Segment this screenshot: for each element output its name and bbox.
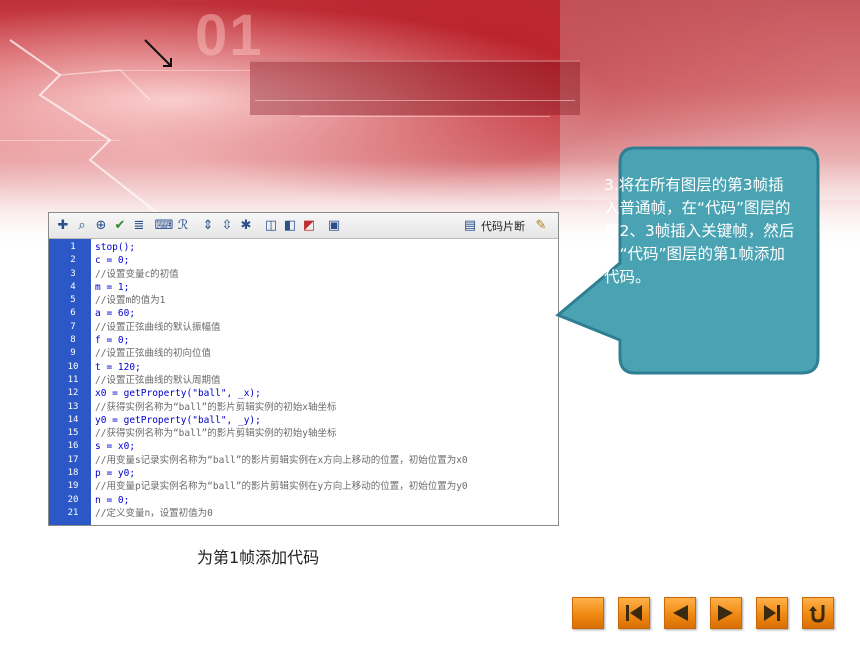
code-line[interactable]: //获得实例名称为“ball”的影片剪辑实例的初始x轴坐标 — [95, 401, 558, 414]
line-number: 11 — [67, 374, 79, 385]
navigation-bar — [572, 597, 848, 629]
first-button[interactable] — [618, 597, 650, 629]
collapse-selection-icon[interactable]: ⇳ — [219, 218, 235, 234]
previous-icon — [673, 605, 688, 621]
line-number: 10 — [67, 361, 79, 372]
lightning-decor — [9, 39, 172, 216]
code-line[interactable]: n = 0; — [95, 494, 558, 507]
collapse-braces-icon[interactable]: ⇕ — [200, 218, 216, 234]
callout-text: 3.将在所有图层的第3帧插入普通帧，在“代码”图层的第2、3帧插入关键帧，然后为… — [604, 176, 795, 286]
line-number: 19 — [67, 481, 79, 492]
add-statement-icon[interactable]: ✚ — [55, 218, 71, 234]
code-line[interactable]: s = x0; — [95, 440, 558, 453]
code-line[interactable]: f = 0; — [95, 334, 558, 347]
apply-line-comment-icon[interactable]: ◧ — [282, 218, 298, 234]
line-number: 2 — [70, 255, 76, 266]
code-line[interactable]: //设置m的值为1 — [95, 294, 558, 307]
line-number: 18 — [67, 468, 79, 479]
code-line[interactable]: //设置正弦曲线的默认振幅值 — [95, 321, 558, 334]
line-number: 9 — [70, 348, 76, 359]
expand-all-icon[interactable]: ✱ — [238, 218, 254, 234]
code-line[interactable]: stop(); — [95, 241, 558, 254]
next-icon — [718, 605, 733, 621]
line-number: 13 — [67, 401, 79, 412]
code-snippets-icon: ▤ — [463, 218, 477, 233]
code-line[interactable]: //设置变量c的初值 — [95, 268, 558, 281]
line-number-gutter: 1 2 3 4 5 6 7 8 9 10 11 12 13 14 15 16 17 18 19 20 21 — [49, 239, 91, 525]
line-number: 4 — [70, 281, 76, 292]
debug-options-icon[interactable]: ℛ — [175, 218, 191, 234]
next-button[interactable] — [710, 597, 742, 629]
line-number: 16 — [67, 441, 79, 452]
code-line[interactable]: a = 60; — [95, 307, 558, 320]
first-page-icon — [626, 605, 642, 621]
auto-format-icon[interactable]: ≣ — [131, 218, 147, 234]
code-snippets-button[interactable]: ▤ 代码片断 — [462, 218, 525, 234]
code-line[interactable]: //用变量s记录实例名称为“ball”的影片剪辑实例在x方向上移动的位置，初始位… — [95, 454, 558, 467]
line-number: 3 — [70, 268, 76, 279]
remove-comment-icon[interactable]: ◩ — [301, 218, 317, 234]
show-hint-icon[interactable]: ⌨ — [155, 218, 174, 234]
prev-button[interactable] — [664, 597, 696, 629]
home-button[interactable] — [572, 597, 604, 629]
return-icon — [809, 605, 825, 623]
code-line[interactable]: y0 = getProperty("ball", _y); — [95, 414, 558, 427]
code-snippets-label: 代码片断 — [481, 219, 525, 233]
line-number: 8 — [70, 335, 76, 346]
line-number: 5 — [70, 295, 76, 306]
line-number: 21 — [67, 507, 79, 518]
code-line[interactable]: //设置正弦曲线的默认周期值 — [95, 374, 558, 387]
code-line[interactable]: //用变量p记录实例名称为“ball”的影片剪辑实例在y方向上移动的位置，初始位… — [95, 480, 558, 493]
code-line[interactable]: //设置正弦曲线的初向位值 — [95, 347, 558, 360]
line-number: 6 — [70, 308, 76, 319]
line-number: 17 — [67, 454, 79, 465]
find-icon[interactable]: ⌕ — [74, 218, 90, 234]
return-button[interactable] — [802, 597, 834, 629]
line-number: 15 — [67, 428, 79, 439]
code-line[interactable]: x0 = getProperty("ball", _x); — [95, 387, 558, 400]
code-line[interactable]: //定义变量n，设置初值为0 — [95, 507, 558, 520]
line-number: 7 — [70, 321, 76, 332]
apply-block-comment-icon[interactable]: ◫ — [263, 218, 279, 234]
code-line[interactable]: m = 1; — [95, 281, 558, 294]
line-number: 14 — [67, 414, 79, 425]
pencil-icon[interactable]: ✎ — [533, 218, 549, 234]
line-number: 12 — [67, 388, 79, 399]
code-line[interactable]: p = y0; — [95, 467, 558, 480]
code-editor[interactable]: stop(); c = 0;//设置变量c的初值 m = 1;//设置m的值为1 a … — [91, 239, 558, 525]
target-icon[interactable]: ⊕ — [93, 218, 109, 234]
code-area[interactable]: 1 2 3 4 5 6 7 8 9 10 11 12 13 14 15 16 17 18 19 20 21 stop()… — [49, 239, 558, 525]
show-hide-toolbox-icon[interactable]: ▣ — [326, 218, 342, 234]
line-number: 1 — [70, 242, 76, 252]
actions-toolbar: ✚ ⌕ ⊕ ✔ ≣ ⌨ ℛ ⇕ ⇳ ✱ ◫ ◧ ◩ ▣ ▤ 代码片断 ✎ — [49, 213, 558, 239]
line-number: 20 — [67, 494, 79, 505]
last-button[interactable] — [756, 597, 788, 629]
code-line[interactable]: //获得实例名称为“ball”的影片剪辑实例的初始y轴坐标 — [95, 427, 558, 440]
last-page-icon — [764, 605, 780, 621]
check-syntax-icon[interactable]: ✔ — [112, 218, 128, 234]
figure-caption: 为第1帧添加代码 — [197, 548, 320, 567]
actions-panel: ✚ ⌕ ⊕ ✔ ≣ ⌨ ℛ ⇕ ⇳ ✱ ◫ ◧ ◩ ▣ ▤ 代码片断 ✎ 123… — [48, 212, 559, 526]
code-line[interactable]: t = 120; — [95, 361, 558, 374]
code-line[interactable]: c = 0; — [95, 254, 558, 267]
